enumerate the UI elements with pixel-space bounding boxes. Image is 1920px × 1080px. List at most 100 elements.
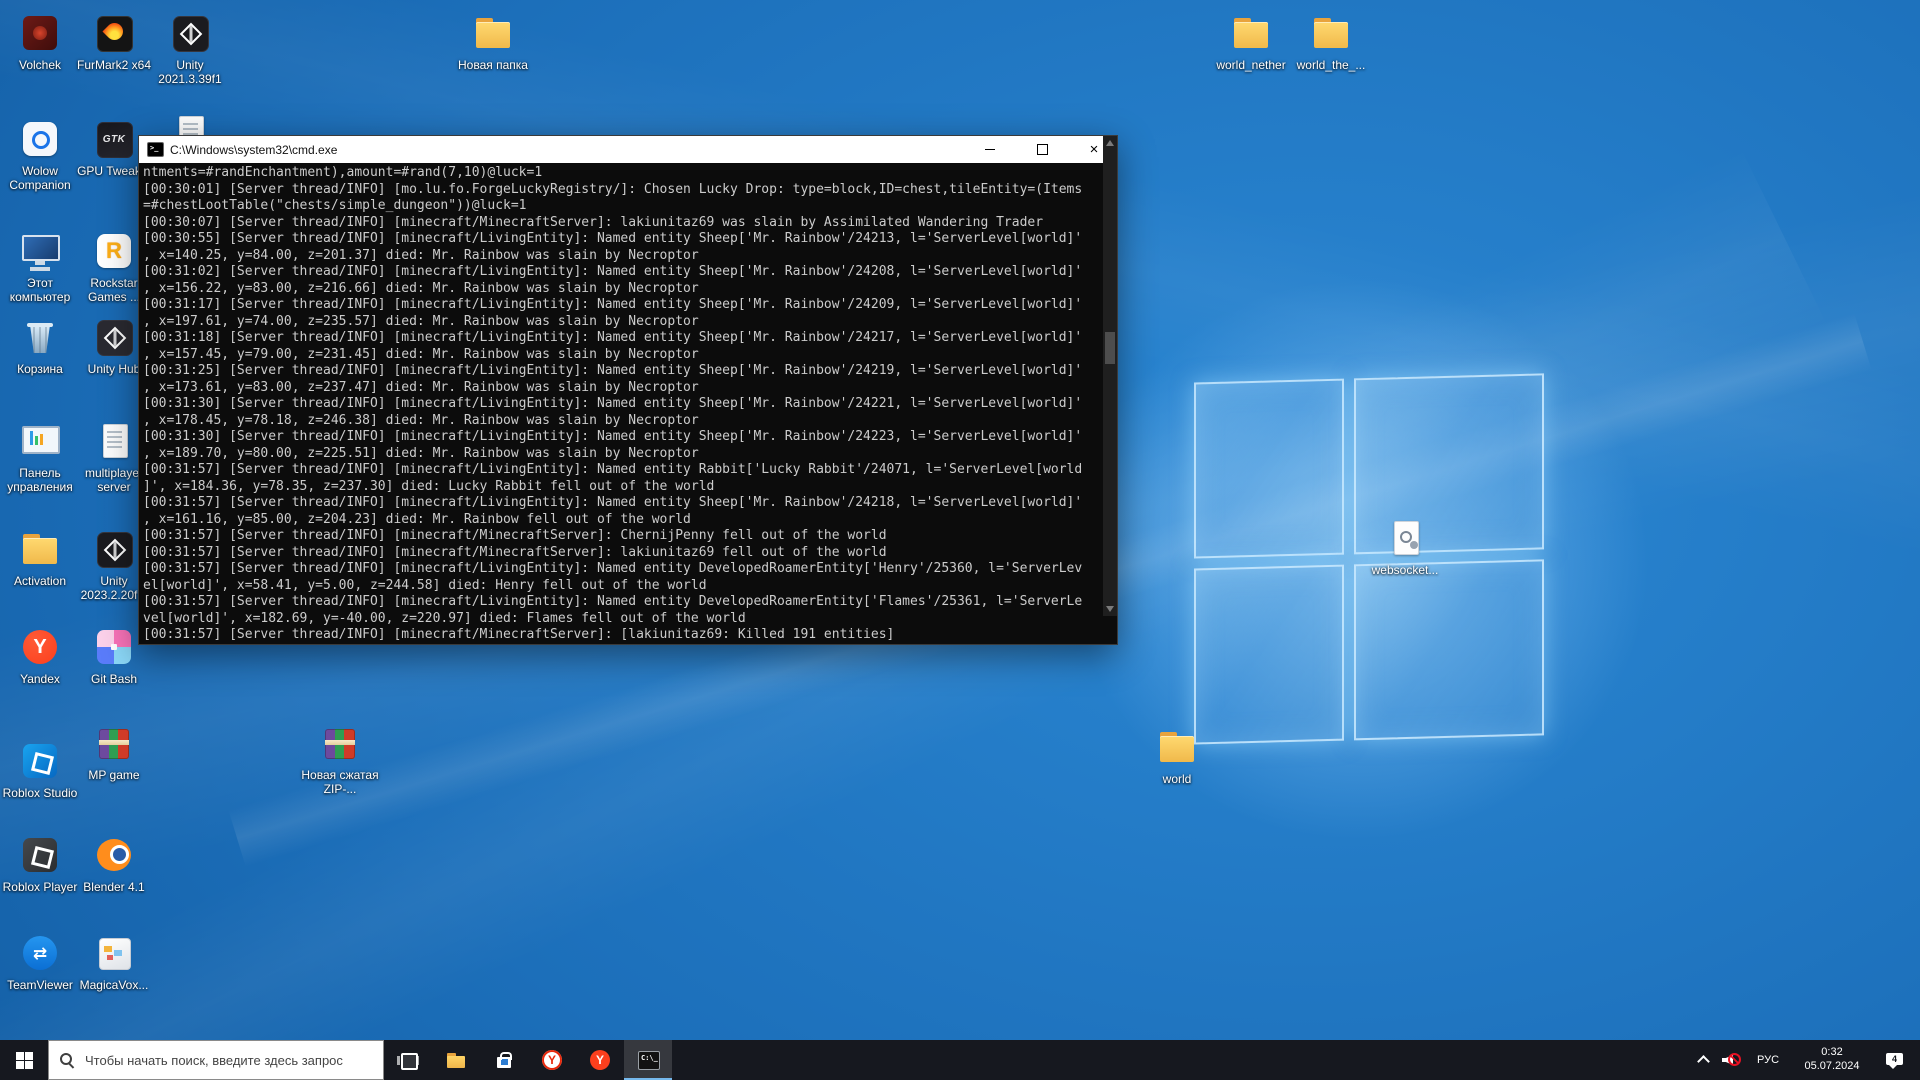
desktop-icon-blender-4-1[interactable]: Blender 4.1 [74, 834, 154, 895]
language-indicator[interactable]: РУС [1746, 1040, 1790, 1080]
console-line: ]', x=184.36, y=78.35, z=237.30] died: L… [143, 478, 715, 494]
taskbar-file-explorer-button[interactable] [432, 1040, 480, 1080]
hidden-icons-button[interactable] [1690, 1040, 1716, 1080]
cmd-window[interactable]: C:\Windows\system32\cmd.exe × ntments=#r… [138, 135, 1118, 645]
rbxs-icon [16, 740, 64, 784]
audio-status-button[interactable] [1716, 1040, 1746, 1080]
desktop-icon-websocket[interactable]: websocket... [1365, 517, 1445, 578]
scroll-up-icon[interactable] [1106, 140, 1114, 146]
console-line: vel[world]', x=182.69, y=-40.00, z=220.9… [143, 610, 746, 626]
console-line: , x=173.61, y=83.00, z=237.47] died: Mr.… [143, 379, 699, 395]
desktop-icon-корзина[interactable]: Корзина [0, 316, 80, 377]
taskbar-microsoft-store-button[interactable] [480, 1040, 528, 1080]
folder-icon [1307, 12, 1355, 56]
console-output[interactable]: ntments=#randEnchantment),amount=#rand(7… [139, 163, 1117, 645]
desktop-icon-новая-папка[interactable]: Новая папка [453, 12, 533, 73]
minimize-button[interactable] [967, 136, 1013, 163]
maximize-icon [1036, 144, 1048, 155]
search-input[interactable] [83, 1051, 375, 1069]
clock[interactable]: 0:32 05.07.2024 [1790, 1040, 1874, 1080]
magica-icon [90, 932, 138, 976]
action-center-button[interactable]: 4 [1874, 1040, 1916, 1080]
desktop-icon-world[interactable]: world [1137, 726, 1217, 787]
desktop-icon-unity-2021-3-39f1[interactable]: Unity 2021.3.39f1 [150, 12, 230, 87]
desktop-icon-этот-компьютер[interactable]: Этот компьютер [0, 230, 80, 305]
close-icon: × [1089, 141, 1099, 158]
notification-count-badge: 4 [1891, 1054, 1897, 1064]
console-line: [00:30:07] [Server thread/INFO] [minecra… [143, 214, 1044, 230]
taskbar-task-view-button[interactable] [384, 1040, 432, 1080]
console-line: [00:31:57] [Server thread/INFO] [minecra… [143, 528, 887, 543]
desktop-icon-label: Yandex [20, 672, 60, 686]
clock-time: 0:32 [1821, 1046, 1843, 1059]
console-line: , x=157.45, y=79.00, z=231.45] died: Mr.… [143, 346, 699, 362]
desktop-icon-label: world [1162, 772, 1192, 786]
fur-icon [90, 12, 138, 56]
git-icon [90, 626, 138, 670]
desktop-icon-label: FurMark2 x64 [76, 58, 152, 72]
console-line: , x=189.70, y=80.00, z=225.51] died: Mr.… [143, 445, 699, 461]
console-line: , x=156.22, y=83.00, z=216.66] died: Mr.… [143, 280, 699, 296]
desktop-icon-activation[interactable]: Activation [0, 528, 80, 589]
scrollbar-thumb[interactable] [1105, 332, 1115, 364]
cpanel-icon [16, 420, 64, 464]
console-line: [00:31:57] [Server thread/INFO] [minecra… [143, 594, 1083, 609]
desktop-icon-label: Activation [13, 574, 67, 588]
desktop-icon-новая-сжатая-zip[interactable]: Новая сжатая ZIP-... [300, 722, 380, 797]
desktop-icon-mp-game[interactable]: MP game [74, 722, 154, 783]
desktop-icon-magicavox[interactable]: MagicaVox... [74, 932, 154, 993]
desktop-icon-label: Этот компьютер [9, 276, 71, 304]
console-line: [00:31:57] [Server thread/INFO] [minecra… [143, 462, 1083, 477]
console-line: [00:31:57] [Server thread/INFO] [minecra… [143, 544, 887, 560]
console-line: , x=161.16, y=85.00, z=204.23] died: Mr.… [143, 511, 691, 527]
taskbar-cmd-button[interactable] [624, 1040, 672, 1080]
scroll-down-icon[interactable] [1106, 606, 1114, 612]
desktop-icon-label: Новая папка [458, 58, 528, 72]
cmd-icon [637, 1049, 660, 1071]
desktop-icon-label: MP game [88, 768, 140, 782]
taskbar-search[interactable] [48, 1040, 384, 1080]
console-line: [00:31:18] [Server thread/INFO] [minecra… [143, 330, 1083, 345]
console-line: [00:31:30] [Server thread/INFO] [minecra… [143, 429, 1083, 444]
doc-icon [90, 420, 138, 464]
desktop-icon-furmark2-x64[interactable]: FurMark2 x64 [74, 12, 154, 73]
console-line: [00:30:55] [Server thread/INFO] [minecra… [143, 231, 1083, 246]
yandex-browser-icon [541, 1049, 563, 1071]
wolow-icon [16, 118, 64, 162]
console-line: [00:31:57] [Server thread/INFO] [minecra… [143, 561, 1083, 576]
file-explorer-icon [445, 1049, 467, 1071]
folder-icon [469, 12, 517, 56]
desktop-icon-volchek[interactable]: Volchek [0, 12, 80, 73]
desktop-icon-teamviewer[interactable]: TeamViewer [0, 932, 80, 993]
console-line: [00:31:57] [Server thread/INFO] [minecra… [143, 495, 1083, 510]
yandex-icon [16, 626, 64, 670]
desktop-icon-label: MagicaVox... [79, 978, 149, 992]
desktop-icon-yandex[interactable]: Yandex [0, 626, 80, 687]
taskbar-yandex-button[interactable] [576, 1040, 624, 1080]
pc-icon [16, 230, 64, 274]
desktop-icon-панель-управления[interactable]: Панель управления [0, 420, 80, 495]
start-button[interactable] [0, 1040, 48, 1080]
chevron-up-icon [1696, 1055, 1710, 1068]
desktop-icon-world-the[interactable]: world_the_... [1291, 12, 1371, 73]
desktop-icon-label: Unity 2021.3.39f1 [158, 58, 222, 86]
desktop-icon-wolow-companion[interactable]: Wolow Companion [0, 118, 80, 193]
folder-icon [16, 528, 64, 572]
desktop-icon-roblox-player[interactable]: Roblox Player [0, 834, 80, 895]
folder-icon [1153, 726, 1201, 770]
maximize-button[interactable] [1019, 136, 1065, 163]
desktop-icon-label: Git Bash [90, 672, 138, 686]
console-line: [00:31:25] [Server thread/INFO] [minecra… [143, 363, 1083, 378]
console-scrollbar[interactable] [1103, 136, 1117, 616]
unity-icon [166, 12, 214, 56]
task-view-icon [397, 1049, 419, 1071]
windows-start-icon [15, 1051, 33, 1069]
desktop-icon-label: world_nether [1216, 58, 1286, 72]
desktop-icon-roblox-studio[interactable]: Roblox Studio [0, 740, 80, 801]
taskbar-yandex-browser-button[interactable] [528, 1040, 576, 1080]
rar-icon [90, 722, 138, 766]
desktop-icon-world-nether[interactable]: world_nether [1211, 12, 1291, 73]
desktop[interactable]: Volchek FurMark2 x64 Unity 2021.3.39f1 Нова… [0, 0, 1920, 1080]
cmd-titlebar[interactable]: C:\Windows\system32\cmd.exe × [139, 136, 1117, 163]
clock-date: 05.07.2024 [1804, 1060, 1860, 1072]
